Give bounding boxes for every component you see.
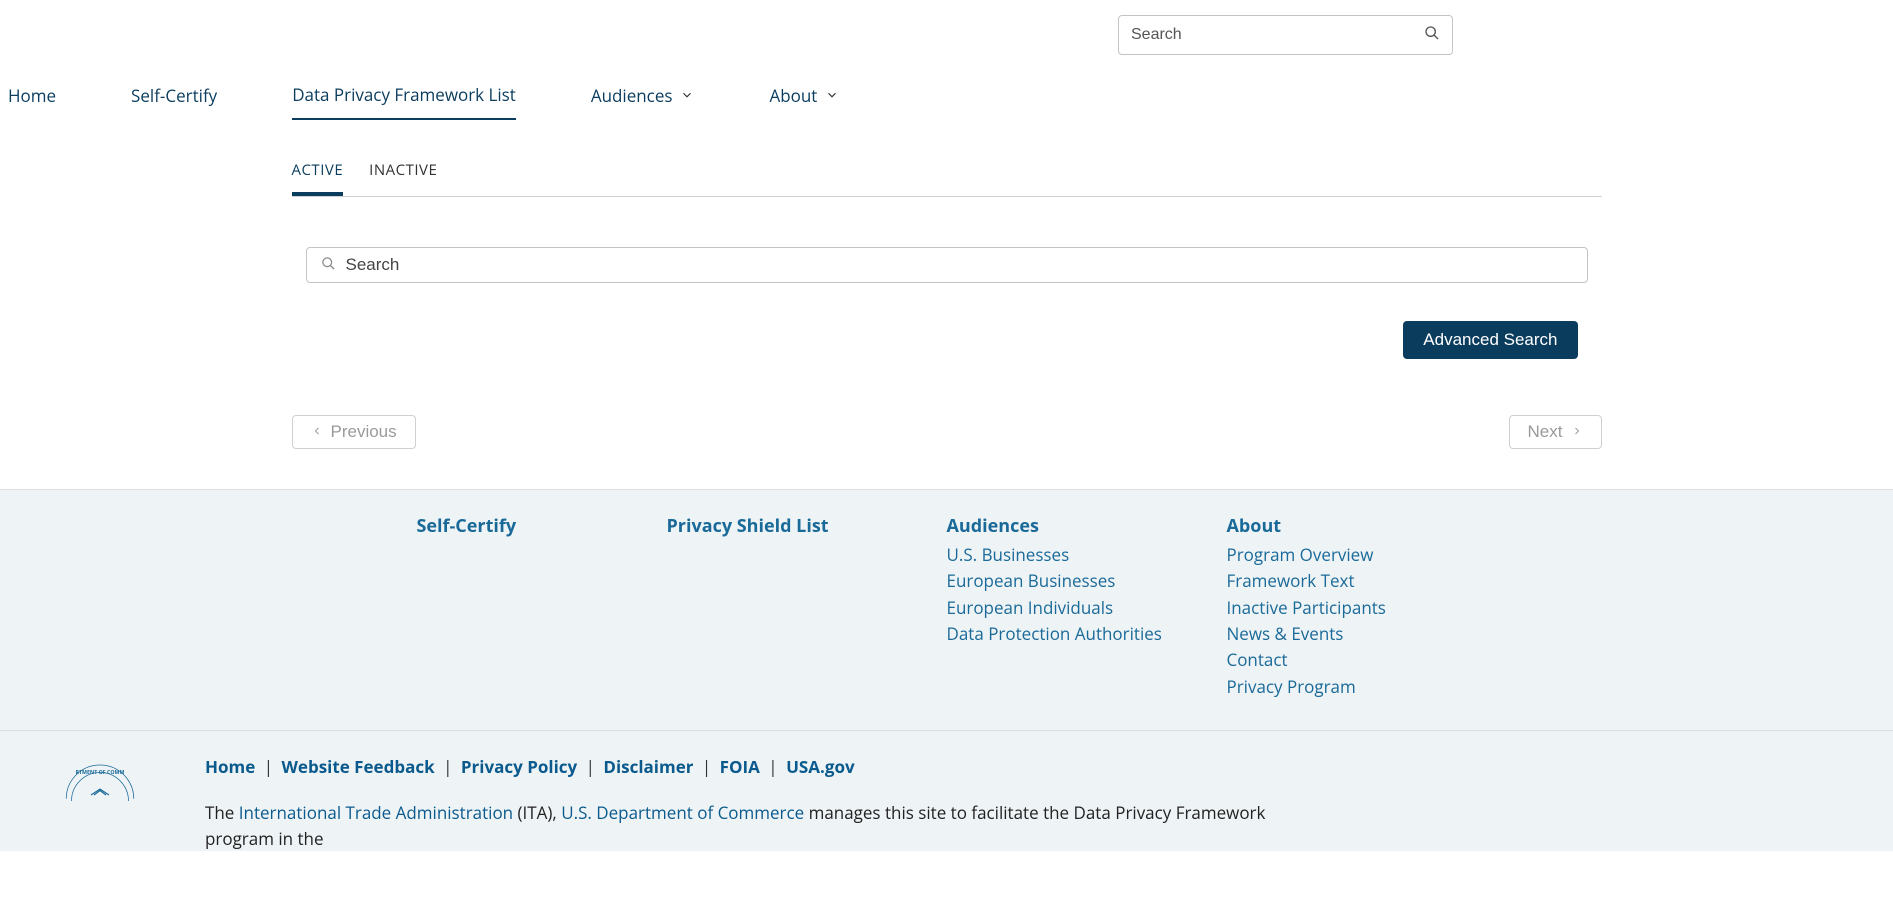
footer-link-dpa[interactable]: Data Protection Authorities	[947, 621, 1227, 647]
footer-col-audiences: Audiences U.S. Businesses European Busin…	[947, 514, 1227, 700]
nav-label: About	[769, 84, 817, 107]
svg-text:RTMENT OF COMM: RTMENT OF COMM	[76, 768, 125, 776]
nav-label: Data Privacy Framework List	[292, 83, 516, 106]
advanced-search-button[interactable]: Advanced Search	[1403, 321, 1577, 359]
footer-link-contact[interactable]: Contact	[1227, 647, 1477, 673]
main-nav: Home Self-Certify Data Privacy Framework…	[0, 63, 1893, 120]
chevron-down-icon	[825, 84, 839, 107]
footer-link-framework-text[interactable]: Framework Text	[1227, 568, 1477, 594]
bottom-link-doc[interactable]: U.S. Department of Commerce	[561, 801, 804, 824]
tab-inactive[interactable]: INACTIVE	[369, 148, 437, 196]
bottom-paragraph: The International Trade Administration (…	[205, 800, 1305, 851]
footer-link-privacy-program[interactable]: Privacy Program	[1227, 674, 1477, 700]
para-text: The	[205, 801, 239, 824]
footer-link-european-businesses[interactable]: European Businesses	[947, 568, 1227, 594]
bottom-link-disclaimer[interactable]: Disclaimer	[603, 755, 693, 778]
previous-button[interactable]: Previous	[292, 415, 416, 449]
list-search-input[interactable]	[346, 255, 1573, 275]
footer-link-us-businesses[interactable]: U.S. Businesses	[947, 542, 1227, 568]
footer-audiences-title: Audiences	[947, 514, 1227, 538]
footer-col-about: About Program Overview Framework Text In…	[1227, 514, 1477, 700]
footer-link-inactive-participants[interactable]: Inactive Participants	[1227, 595, 1477, 621]
footer: Self-Certify Privacy Shield List Audienc…	[0, 489, 1893, 730]
footer-self-certify-title[interactable]: Self-Certify	[417, 514, 667, 538]
chevron-down-icon	[680, 84, 694, 107]
nav-audiences[interactable]: Audiences	[591, 83, 695, 120]
nav-about[interactable]: About	[769, 83, 839, 120]
separator: |	[702, 755, 711, 778]
list-search-container[interactable]	[306, 247, 1588, 283]
next-label: Next	[1528, 422, 1563, 442]
footer-col-privacy-shield: Privacy Shield List	[667, 514, 947, 700]
separator: |	[768, 755, 777, 778]
chevron-right-icon	[1571, 422, 1583, 442]
chevron-left-icon	[311, 422, 323, 442]
footer-about-title: About	[1227, 514, 1477, 538]
previous-label: Previous	[331, 422, 397, 442]
status-tabs: ACTIVE INACTIVE	[292, 148, 1602, 197]
bottom-link-website-feedback[interactable]: Website Feedback	[281, 755, 434, 778]
top-search-input[interactable]	[1131, 26, 1424, 44]
footer-link-news-events[interactable]: News & Events	[1227, 621, 1477, 647]
bottom-link-usagov[interactable]: USA.gov	[786, 755, 855, 778]
footer-link-program-overview[interactable]: Program Overview	[1227, 542, 1477, 568]
bottom-bar: RTMENT OF COMM Home | Website Feedback |…	[0, 730, 1893, 851]
footer-link-european-individuals[interactable]: European Individuals	[947, 595, 1227, 621]
commerce-seal-icon: RTMENT OF COMM	[55, 755, 145, 805]
bottom-link-ita[interactable]: International Trade Administration	[239, 801, 513, 824]
search-icon[interactable]	[1424, 24, 1440, 46]
nav-dpf-list[interactable]: Data Privacy Framework List	[292, 83, 516, 120]
nav-home[interactable]: Home	[8, 83, 56, 120]
footer-col-self-certify: Self-Certify	[417, 514, 667, 700]
separator: |	[264, 755, 273, 778]
footer-privacy-shield-title[interactable]: Privacy Shield List	[667, 514, 947, 538]
separator: |	[586, 755, 595, 778]
bottom-link-privacy-policy[interactable]: Privacy Policy	[461, 755, 577, 778]
search-icon	[321, 254, 336, 276]
bottom-links-row: Home | Website Feedback | Privacy Policy…	[205, 755, 1305, 778]
nav-label: Audiences	[591, 84, 673, 107]
bottom-link-foia[interactable]: FOIA	[720, 755, 760, 778]
tab-active[interactable]: ACTIVE	[292, 148, 344, 196]
separator: |	[443, 755, 452, 778]
nav-label: Home	[8, 84, 56, 107]
para-text: (ITA),	[513, 801, 561, 824]
bottom-link-home[interactable]: Home	[205, 755, 255, 778]
nav-label: Self-Certify	[131, 84, 217, 107]
nav-self-certify[interactable]: Self-Certify	[131, 83, 217, 120]
next-button[interactable]: Next	[1509, 415, 1602, 449]
top-search-container[interactable]	[1118, 15, 1453, 55]
